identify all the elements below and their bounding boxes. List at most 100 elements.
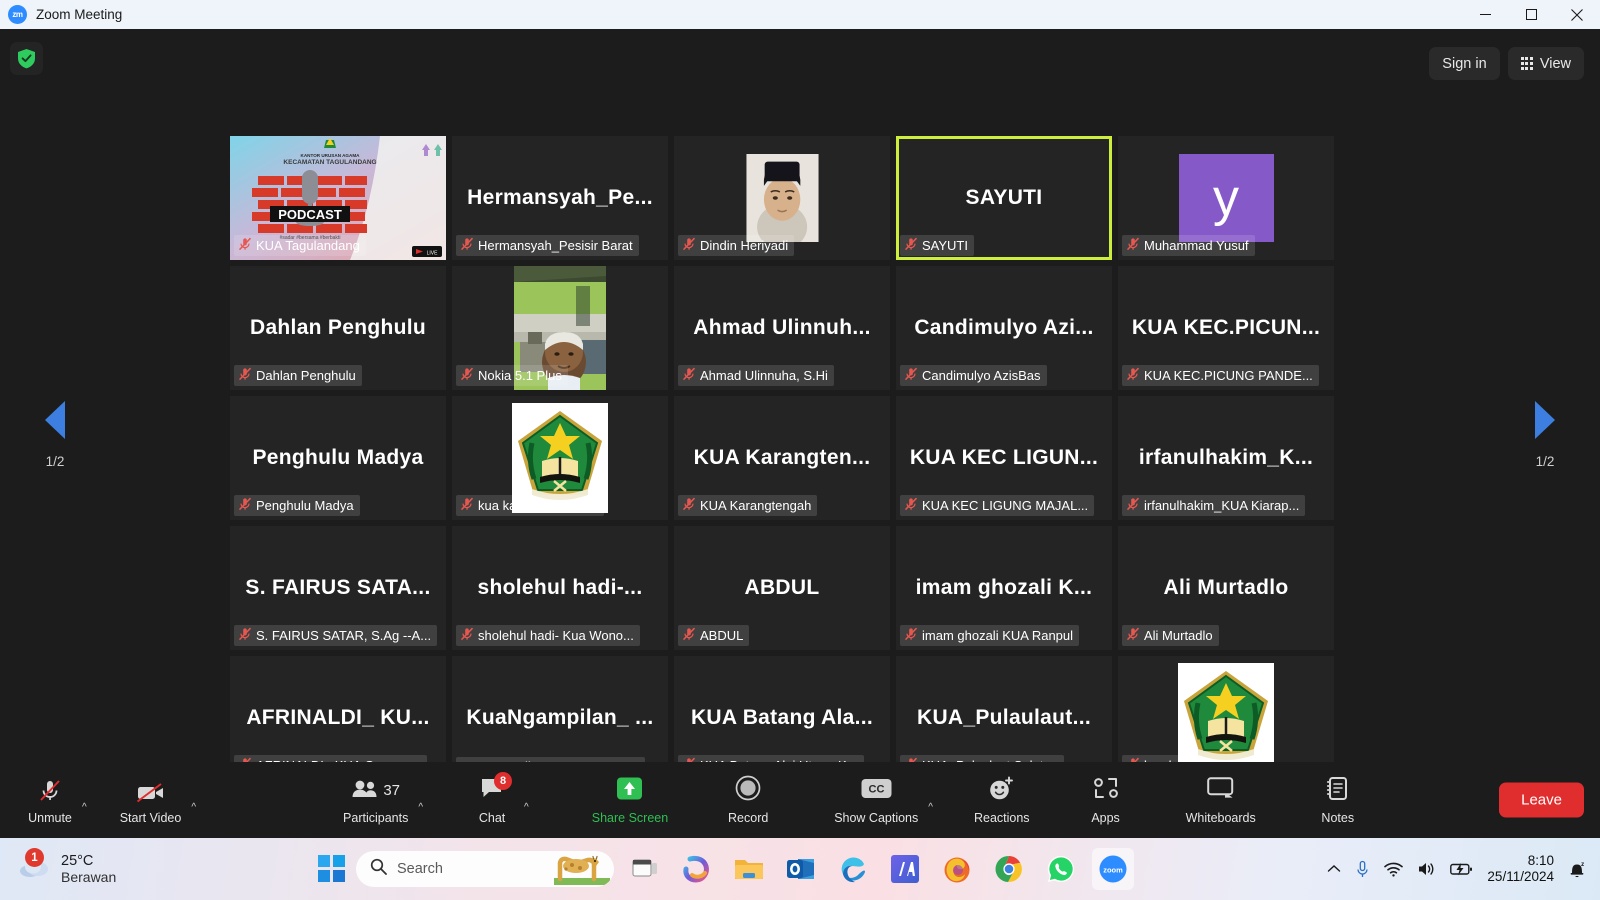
participant-tile[interactable]: S. FAIRUS SATA... S. FAIRUS SATAR, S.Ag -…: [230, 526, 446, 650]
participant-tile[interactable]: kua karya penggawa: [452, 396, 668, 520]
participant-name-label: Ahmad Ulinnuha, S.Hi: [678, 365, 834, 386]
wifi-icon[interactable]: [1384, 862, 1404, 877]
participant-tile[interactable]: KUA KEC LIGUN... KUA KEC LIGUNG MAJAL...: [896, 396, 1112, 520]
leave-label: Leave: [1521, 791, 1562, 809]
participant-name-text: Ahmad Ulinnuha, S.Hi: [700, 368, 828, 383]
whiteboards-button[interactable]: Whiteboards: [1180, 774, 1262, 827]
notifications-silent-icon[interactable]: z: [1568, 860, 1586, 879]
firefox-icon[interactable]: [936, 848, 978, 890]
leave-button[interactable]: Leave: [1499, 782, 1584, 818]
task-view-icon[interactable]: [624, 848, 666, 890]
file-explorer-icon[interactable]: [728, 848, 770, 890]
microphone-icon[interactable]: [1355, 860, 1370, 879]
taskbar-clock[interactable]: 8:10 25/11/2024: [1487, 853, 1554, 885]
participant-display-name: irfanulhakim_K...: [1138, 446, 1314, 469]
participant-name-text: KUA Karangtengah: [700, 498, 812, 513]
participant-tile[interactable]: KUA Karangten... KUA Karangtengah: [674, 396, 890, 520]
speaker-icon[interactable]: [1417, 861, 1436, 877]
participant-name-text: Ali Murtadlo: [1144, 628, 1213, 643]
start-video-button[interactable]: Start Video: [114, 774, 188, 827]
show-hidden-icons-chevron[interactable]: [1327, 864, 1341, 874]
participants-options-chevron-icon[interactable]: ^: [416, 788, 428, 813]
apps-button[interactable]: Apps: [1078, 774, 1134, 827]
participant-muted-icon: [904, 237, 918, 254]
participant-display-name: KUA Karangten...: [693, 446, 871, 469]
share-screen-icon: [615, 776, 644, 806]
video-options-chevron-icon[interactable]: ^: [189, 788, 201, 813]
participant-name-label: Hermansyah_Pesisir Barat: [456, 235, 639, 256]
participant-tile[interactable]: Hermansyah_Pe... Hermansyah_Pesisir Barat: [452, 136, 668, 260]
participant-tile[interactable]: imam ghozali K... imam ghozali KUA Ranpul: [896, 526, 1112, 650]
participant-display-name: ABDUL: [744, 576, 820, 599]
google-chrome-icon[interactable]: [988, 848, 1030, 890]
participant-tile[interactable]: SAYUTI SAYUTI: [896, 136, 1112, 260]
record-button[interactable]: Record: [720, 774, 776, 827]
participant-name-label: S. FAIRUS SATAR, S.Ag --A...: [234, 625, 438, 646]
participant-name-text: Muhammad Yusuf: [1144, 238, 1249, 253]
minimize-button[interactable]: [1462, 0, 1508, 29]
audio-options-chevron-icon[interactable]: ^: [80, 788, 92, 813]
participant-display-name: KUA KEC LIGUN...: [909, 446, 1099, 469]
participant-name-text: Candimulyo AzisBas: [922, 368, 1041, 383]
clock-date: 25/11/2024: [1487, 869, 1554, 884]
participant-tile[interactable]: irfanulhakim_K... irfanulhakim_KUA Kiarap…: [1118, 396, 1334, 520]
outlook-icon[interactable]: [780, 848, 822, 890]
battery-charging-icon[interactable]: [1450, 862, 1473, 876]
participant-name-label: Candimulyo AzisBas: [900, 365, 1047, 386]
notes-label: Notes: [1321, 810, 1355, 825]
participant-name-label: Muhammad Yusuf: [1122, 235, 1255, 256]
participant-tile[interactable]: Penghulu Madya Penghulu Madya: [230, 396, 446, 520]
share-screen-button[interactable]: Share Screen: [586, 774, 674, 827]
copilot-icon[interactable]: [676, 848, 718, 890]
participant-name-label: irfanulhakim_KUA Kiarap...: [1122, 495, 1306, 516]
participant-tile[interactable]: sholehul hadi-... sholehul hadi- Kua Wono…: [452, 526, 668, 650]
participant-tile[interactable]: Nokia 5.1 Plus: [452, 266, 668, 390]
participant-name-label: Ali Murtadlo: [1122, 625, 1219, 646]
ia-app-icon[interactable]: [884, 848, 926, 890]
participant-display-name: imam ghozali K...: [915, 576, 1093, 599]
unmute-button[interactable]: Unmute: [22, 774, 78, 827]
chat-options-chevron-icon[interactable]: ^: [522, 788, 534, 813]
participant-name-label: imam ghozali KUA Ranpul: [900, 625, 1080, 646]
search-placeholder: Search: [397, 861, 443, 877]
next-page-control[interactable]: 1/2: [1490, 29, 1600, 838]
participant-tile[interactable]: Ali Murtadlo Ali Murtadlo: [1118, 526, 1334, 650]
participant-tile[interactable]: Candimulyo Azi... Candimulyo AzisBas: [896, 266, 1112, 390]
previous-page-control[interactable]: 1/2: [0, 29, 110, 838]
participant-display-name: KUA KEC.PICUN...: [1131, 316, 1321, 339]
chat-button[interactable]: 8 Chat: [464, 771, 520, 827]
show-captions-button[interactable]: CC Show Captions: [828, 774, 924, 827]
participant-tile[interactable]: KUA KEC.PICUN... KUA KEC.PICUNG PANDE...: [1118, 266, 1334, 390]
participant-tile[interactable]: Dahlan Penghulu Dahlan Penghulu: [230, 266, 446, 390]
participant-tile[interactable]: y Muhammad Yusuf: [1118, 136, 1334, 260]
participant-name-text: Nokia 5.1 Plus: [478, 368, 562, 383]
zoom-icon[interactable]: zoom: [1092, 848, 1134, 890]
maximize-button[interactable]: [1508, 0, 1554, 29]
participant-name-label: kua karya penggawa: [456, 495, 604, 516]
participant-muted-icon: [460, 627, 474, 644]
participant-name-label: KUA KEC LIGUNG MAJAL...: [900, 495, 1095, 516]
windows-start-icon[interactable]: [318, 855, 346, 883]
notes-button[interactable]: Notes: [1310, 774, 1366, 827]
page-indicator-right: 1/2: [1535, 454, 1555, 469]
search-input[interactable]: Search: [356, 851, 614, 887]
participant-display-name: Ali Murtadlo: [1163, 576, 1289, 599]
whatsapp-icon[interactable]: [1040, 848, 1082, 890]
show-captions-label: Show Captions: [834, 810, 919, 825]
reactions-button[interactable]: Reactions: [968, 774, 1036, 827]
participant-tile[interactable]: ABDUL ABDUL: [674, 526, 890, 650]
participant-tile[interactable]: Dindin Heriyadi: [674, 136, 890, 260]
participant-muted-icon: [238, 627, 252, 644]
participant-display-name: KUA Batang Ala...: [690, 706, 874, 729]
participant-tile[interactable]: Ahmad Ulinnuh... Ahmad Ulinnuha, S.Hi: [674, 266, 890, 390]
participants-count: 37: [383, 782, 401, 799]
participant-tile[interactable]: KANTOR URUSAN AGAMA KECAMATAN TAGULANDANG…: [230, 136, 446, 260]
participants-button[interactable]: 37 Participants: [337, 774, 414, 827]
microsoft-edge-icon[interactable]: [832, 848, 874, 890]
record-icon: [735, 775, 761, 806]
weather-widget[interactable]: 1 25°C Berawan: [0, 848, 116, 886]
close-button[interactable]: [1554, 0, 1600, 29]
participant-name-label: Nokia 5.1 Plus: [456, 365, 568, 386]
participant-display-name: Hermansyah_Pe...: [467, 186, 653, 209]
captions-options-chevron-icon[interactable]: ^: [926, 788, 938, 813]
